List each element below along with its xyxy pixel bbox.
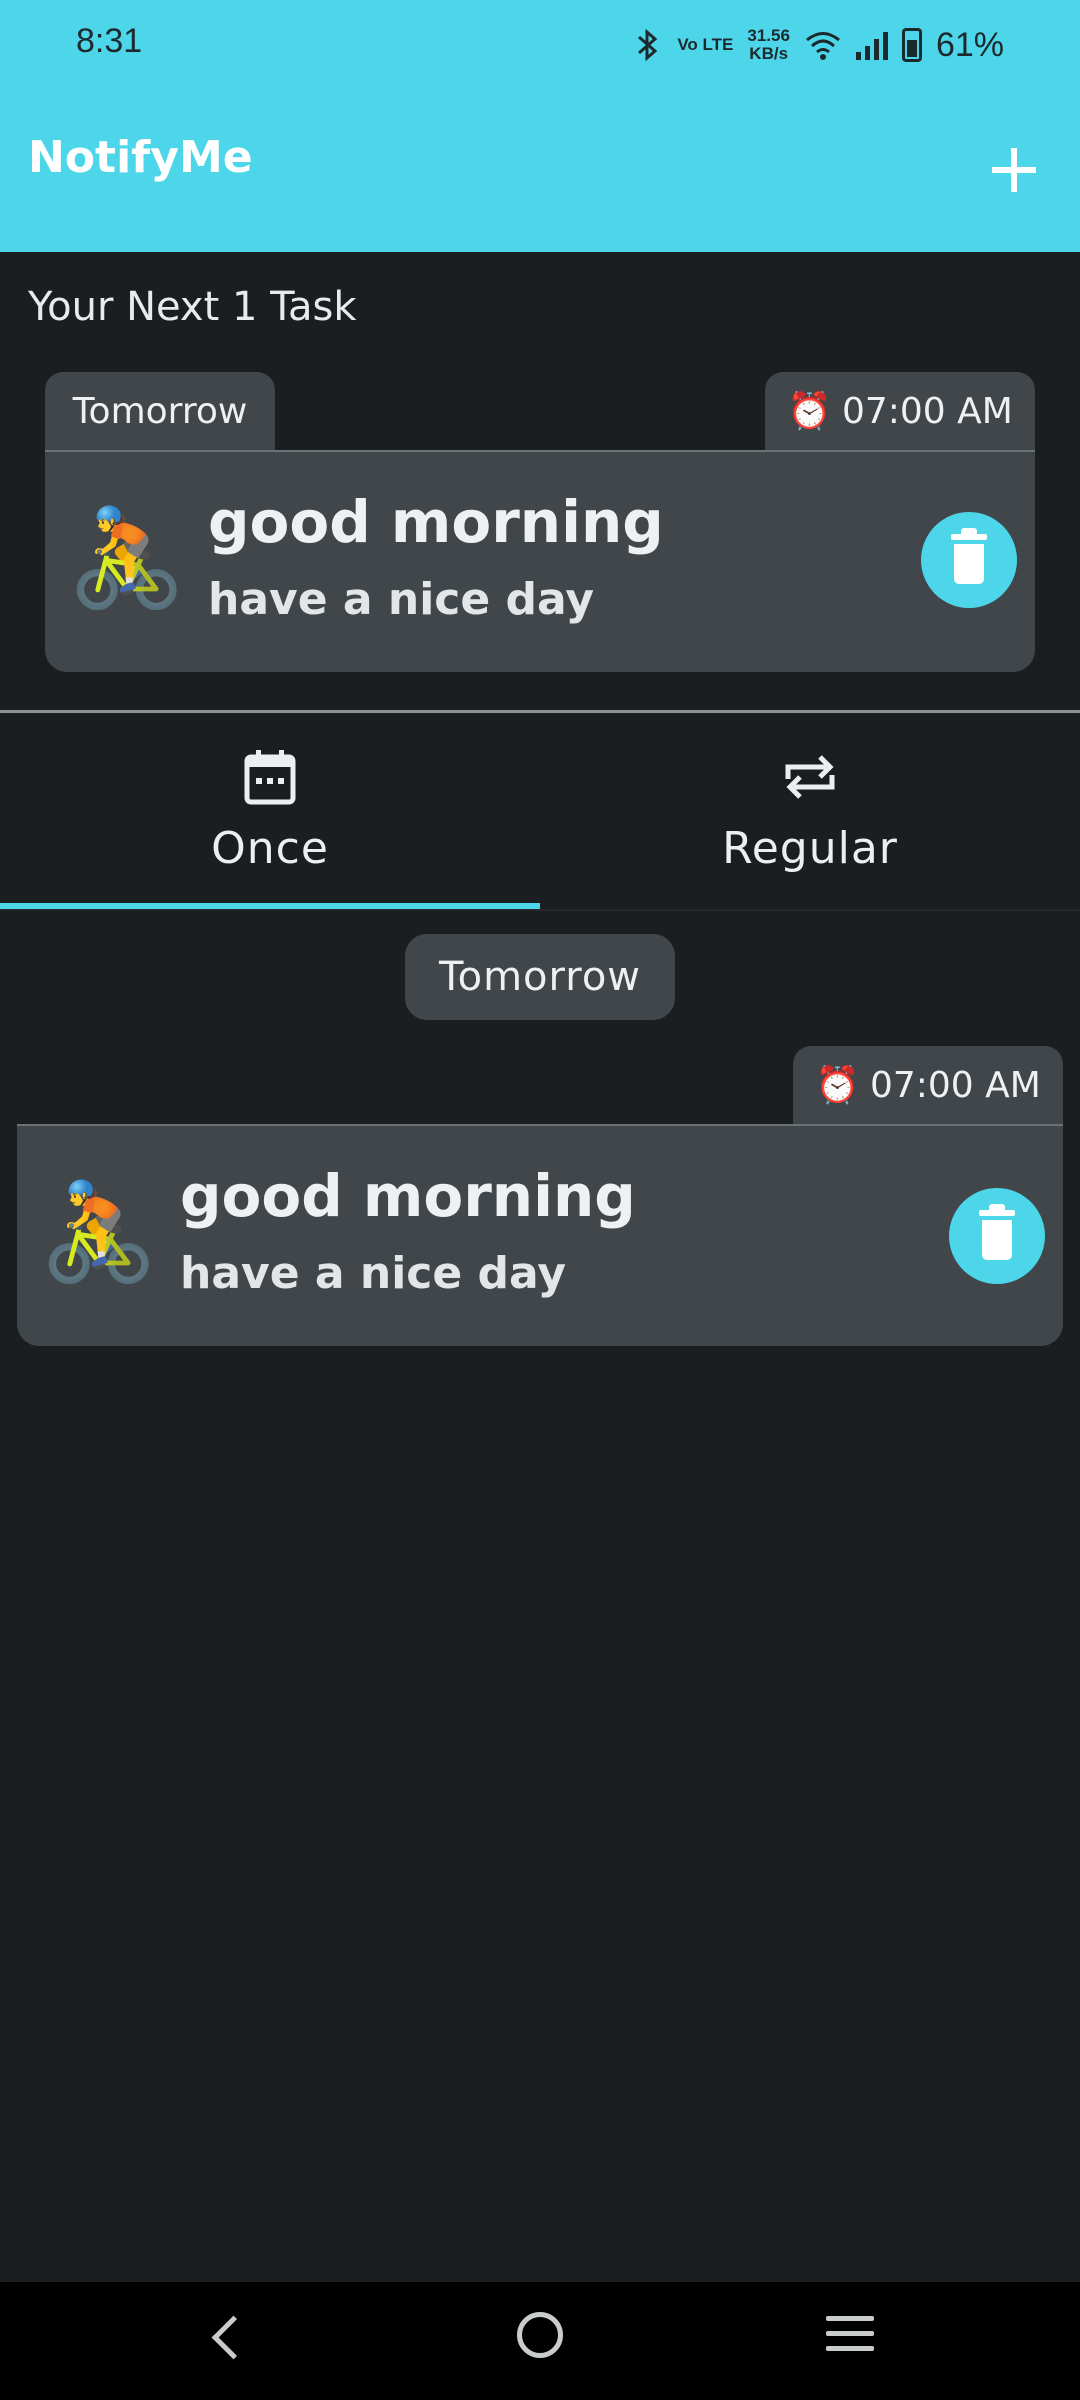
app-title: NotifyMe: [28, 132, 253, 183]
tab-once-label: Once: [211, 823, 329, 874]
date-group-chip: Tomorrow: [405, 934, 675, 1020]
bluetooth-icon: [638, 28, 658, 62]
status-icons: Vo LTE 31.56 KB/s 61%: [633, 22, 1004, 68]
back-icon[interactable]: [211, 2315, 256, 2360]
tab-regular[interactable]: Regular: [540, 713, 1080, 909]
alarm-clock-icon: ⏰: [787, 391, 832, 432]
network-speed-value: 31.56: [747, 26, 790, 45]
list-time-tag: ⏰ 07:00 AM: [793, 1046, 1063, 1124]
summary-task-description: have a nice day: [208, 574, 595, 625]
summary-time: 07:00 AM: [841, 390, 1013, 432]
tab-once[interactable]: Once: [0, 713, 540, 909]
next-tasks-heading: Your Next 1 Task: [28, 284, 357, 330]
network-speed-unit: KB/s: [749, 44, 789, 63]
summary-task-title: good morning: [208, 488, 664, 556]
summary-time-tag: ⏰ 07:00 AM: [765, 372, 1035, 450]
list-task-description: have a nice day: [180, 1248, 567, 1299]
list-task-title: good morning: [180, 1162, 636, 1230]
summary-delete-button[interactable]: [921, 512, 1017, 608]
alarm-clock-icon: ⏰: [815, 1065, 860, 1106]
system-nav-bar: [0, 2282, 1080, 2400]
battery-icon: [901, 28, 922, 62]
tabs-divider: [0, 909, 1080, 911]
volte-indicator: Vo LTE: [677, 35, 734, 54]
network-speed: 31.56 KB/s: [747, 27, 790, 63]
list-delete-button[interactable]: [949, 1188, 1045, 1284]
app-header: 8:31 Vo LTE 31.56 KB/s 61% NotifyMe: [0, 0, 1080, 252]
summary-day-tag: Tomorrow: [45, 372, 275, 450]
home-icon[interactable]: [517, 2312, 563, 2358]
tab-regular-label: Regular: [722, 823, 898, 874]
wifi-icon: [805, 32, 840, 60]
cyclist-icon: 🚴: [67, 502, 187, 614]
cyclist-icon: 🚴: [39, 1176, 159, 1288]
signal-icon: [855, 30, 888, 60]
recents-icon[interactable]: [826, 2316, 874, 2361]
summary-task-card[interactable]: 🚴 good morning have a nice day: [45, 450, 1035, 672]
list-task-card[interactable]: 🚴 good morning have a nice day: [17, 1124, 1063, 1346]
add-task-button[interactable]: [984, 140, 1044, 200]
list-item-time: 07:00 AM: [869, 1064, 1041, 1106]
repeat-icon: [785, 755, 835, 799]
battery-level: 61%: [935, 25, 1004, 64]
status-time: 8:31: [76, 22, 143, 60]
calendar-icon: [244, 750, 296, 805]
